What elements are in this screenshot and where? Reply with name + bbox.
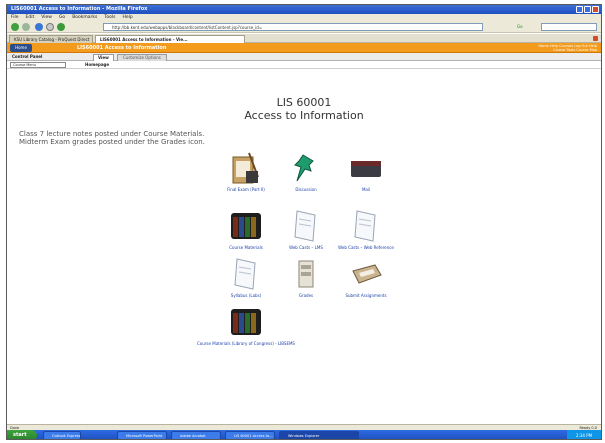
search-input[interactable] [541, 23, 597, 31]
control-panel-link[interactable]: Control Panel [12, 53, 42, 61]
binders-icon [231, 213, 261, 239]
tab-view[interactable]: View [93, 54, 114, 61]
tile-label: Web Casts – Web Reference [338, 245, 394, 250]
bb-top-links[interactable]: Home Help Courses Log Out Help Course To… [487, 44, 598, 52]
forward-icon[interactable] [22, 23, 30, 31]
close-tab-icon[interactable] [593, 36, 598, 41]
home-icon[interactable] [57, 23, 65, 31]
reload-icon[interactable] [35, 23, 43, 31]
browser-tab-course[interactable]: LIS60001 Access to Information - Vie... [95, 35, 245, 43]
course-homepage: LIS 60001 Access to Information Class 7 … [7, 69, 601, 424]
menu-edit[interactable]: Edit [26, 14, 35, 21]
mailbox-icon [351, 161, 381, 177]
taskbar-item[interactable]: Outlook Express [43, 431, 81, 439]
course-menu-select[interactable]: Course Menu [10, 62, 66, 68]
stop-icon[interactable] [46, 23, 54, 31]
tile-submit-assignments[interactable]: Submit Assignments [321, 257, 411, 298]
taskbar-item[interactable]: LIS 60001 Access to... [225, 431, 275, 439]
taskbar: start Outlook Express Microsoft PowerPoi… [7, 430, 601, 439]
window-titlebar: LIS60001 Access to Information - Mozilla… [7, 5, 601, 14]
menu-go[interactable]: Go [59, 14, 65, 21]
taskbar-item[interactable]: Microsoft PowerPoint [117, 431, 167, 439]
binders-icon [231, 309, 261, 335]
browser-tabbar: KSU Library Catalog - ProQuest Direct LI… [7, 34, 601, 43]
menu-file[interactable]: File [11, 14, 19, 21]
paper-icon [294, 210, 316, 242]
paper-icon [354, 210, 376, 242]
menu-help[interactable]: Help [122, 14, 132, 21]
tile-course-materials-loc[interactable]: Course Materials (Library of Congress) -… [191, 305, 301, 346]
menubar: File Edit View Go Bookmarks Tools Help [7, 14, 601, 21]
tab-customize-options[interactable]: Customize Options [117, 54, 167, 61]
tile-mail[interactable]: Mail [321, 151, 411, 192]
breadcrumb-row: Course Menu Homepage [7, 61, 601, 69]
course-title: LIS60001 Access to Information [77, 45, 167, 51]
course-code: LIS 60001 [276, 96, 332, 109]
tile-label: Submit Assignments [345, 293, 387, 298]
taskbar-item[interactable]: Windows Explorer [279, 431, 359, 439]
go-button[interactable]: Go [517, 23, 535, 31]
control-row: Control Panel View Customize Options [7, 53, 601, 61]
navigation-toolbar: http://bb.kent.edu/webapps/blackboard/co… [7, 21, 601, 33]
ledger-icon [298, 260, 314, 288]
window-title: LIS60001 Access to Information - Mozilla… [11, 6, 148, 12]
taskbar-item[interactable]: Adobe Acrobat [171, 431, 221, 439]
minimize-icon[interactable] [576, 6, 583, 13]
browser-tab-catalog[interactable]: KSU Library Catalog - ProQuest Direct [9, 35, 93, 43]
pushpin-icon [294, 154, 314, 182]
screen: LIS60001 Access to Information - Mozilla… [6, 4, 602, 440]
tile-label: Course Materials (Library of Congress) -… [197, 341, 295, 346]
tray-icon [352, 264, 382, 284]
close-icon[interactable] [592, 6, 599, 13]
window-controls [576, 6, 599, 13]
start-button[interactable]: start [7, 430, 37, 439]
exam-icon [232, 152, 259, 184]
paper-icon [234, 258, 256, 290]
tile-label: Mail [361, 187, 371, 192]
address-bar[interactable]: http://bb.kent.edu/webapps/blackboard/co… [103, 23, 483, 31]
course-name: Access to Information [244, 109, 364, 122]
menu-bookmarks[interactable]: Bookmarks [72, 14, 97, 21]
bb-home-button[interactable]: Home [10, 44, 32, 52]
menu-tools[interactable]: Tools [104, 14, 115, 21]
announcement: Class 7 lecture notes posted under Cours… [19, 130, 205, 146]
back-icon[interactable] [11, 23, 19, 31]
tile-web-casts-web-reference[interactable]: Web Casts – Web Reference [321, 209, 411, 250]
system-tray-clock: 2:34 PM [567, 430, 601, 439]
breadcrumb: Homepage [85, 62, 110, 67]
blackboard-header: Home LIS60001 Access to Information Home… [7, 43, 601, 53]
maximize-icon[interactable] [584, 6, 591, 13]
menu-view[interactable]: View [41, 14, 52, 21]
